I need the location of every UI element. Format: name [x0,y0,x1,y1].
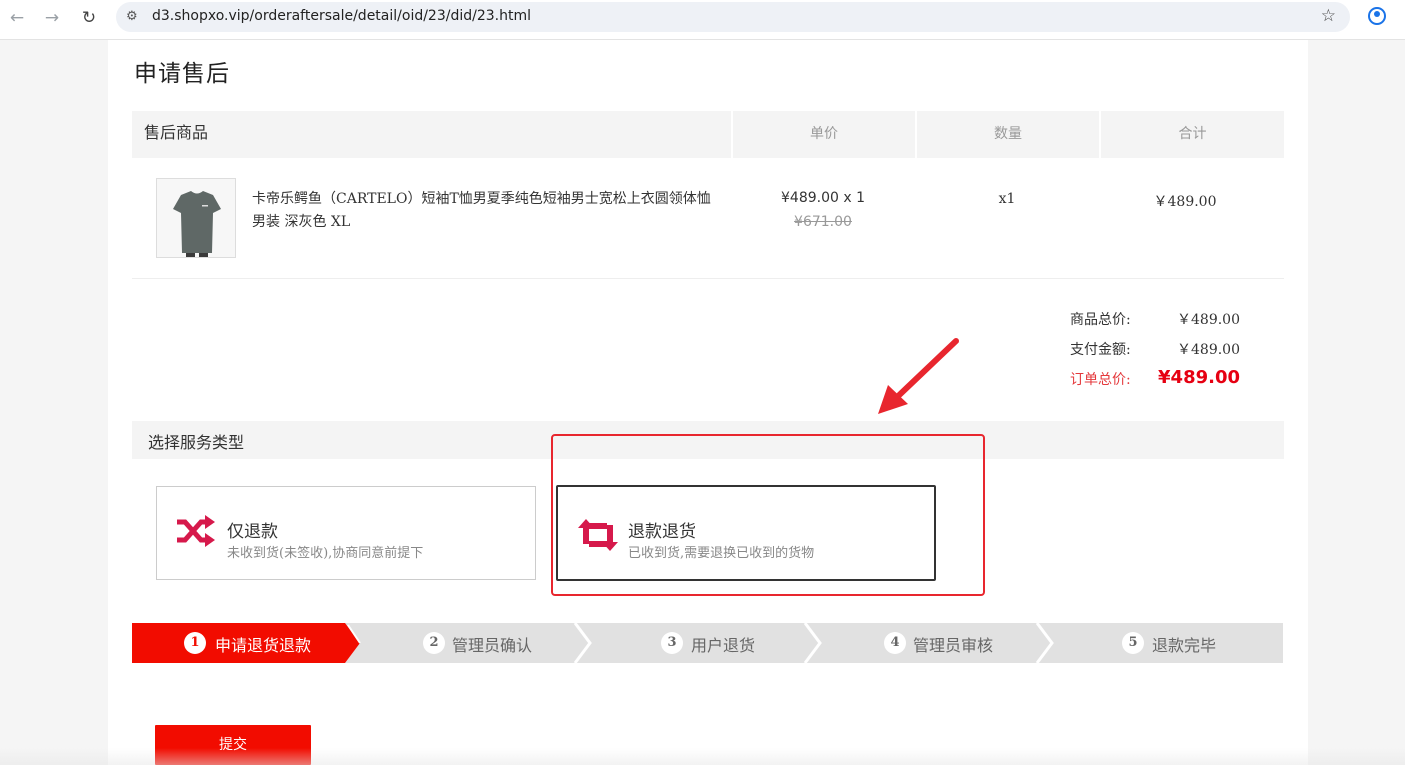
step-apply: 1 申请退货退款 [132,623,360,663]
step-number: 1 [184,632,206,654]
browser-toolbar: ← → ↻ ⚙ d3.shopxo.vip/orderaftersale/det… [0,0,1405,40]
goods-total-label: 商品总价: [1070,312,1131,328]
step-label: 申请退货退款 [215,636,312,655]
step-label: 退款完毕 [1152,636,1217,655]
quantity: x1 [998,191,1016,207]
paid-value: ￥489.00 [1177,342,1240,358]
paid-label: 支付金额: [1070,342,1131,358]
refund-only-title: 仅退款 [227,522,278,542]
unit-price: ¥489.00 x 1 [781,190,865,206]
header-goods: 售后商品 [144,123,209,142]
annotation-highlight-box [551,434,985,596]
arrow-left-icon[interactable]: ← [5,6,29,30]
step-number: 5 [1122,632,1144,654]
annotation-arrow-icon [878,338,959,414]
step-user-return: 3 用户退货 [590,623,820,663]
profile-icon[interactable] [1368,7,1386,25]
header-total: 合计 [1178,126,1207,142]
header-unit-price: 单价 [810,126,838,142]
product-name[interactable]: 卡帝乐鳄鱼（CARTELO）短袖T恤男夏季纯色短袖男士宽松上衣圆领体恤男装 深灰… [252,188,722,234]
step-refund-complete: 5 退款完毕 [1052,623,1283,663]
product-image[interactable] [156,178,236,258]
site-settings-icon[interactable]: ⚙ [126,9,138,24]
header-quantity: 数量 [994,126,1022,142]
shuffle-icon [177,515,215,547]
page-title: 申请售后 [134,61,230,87]
subtotal: ￥489.00 [1153,194,1217,210]
address-bar[interactable]: ⚙ d3.shopxo.vip/orderaftersale/detail/oi… [116,2,1350,32]
step-number: 3 [661,632,683,654]
goods-table-header: 售后商品 单价 数量 合计 [132,111,1284,158]
arrow-right-icon[interactable]: → [40,6,64,30]
step-number: 4 [884,632,906,654]
step-label: 管理员审核 [913,636,994,655]
goods-total-value: ￥489.00 [1177,312,1240,328]
url-text: d3.shopxo.vip/orderaftersale/detail/oid/… [152,8,531,24]
step-label: 管理员确认 [452,636,533,655]
step-admin-review: 4 管理员审核 [820,623,1052,663]
refund-only-desc: 未收到货(未签收),协商同意前提下 [227,546,424,561]
tshirt-image [157,179,235,257]
step-admin-confirm: 2 管理员确认 [360,623,590,663]
row-divider [132,278,1284,279]
refund-only-option[interactable]: 仅退款 未收到货(未签收),协商同意前提下 [156,486,536,580]
order-total-value: ¥489.00 [1158,367,1240,388]
order-total-label: 订单总价: [1070,372,1131,388]
step-label: 用户退货 [691,636,756,655]
progress-steps: 1 申请退货退款 2 管理员确认 3 用户退货 4 管理员审核 5 退款完毕 [132,623,1283,663]
step-number: 2 [423,632,445,654]
star-icon[interactable]: ☆ [1321,6,1336,26]
service-section-title: 选择服务类型 [148,433,245,452]
original-price: ¥671.00 [794,214,852,230]
submit-button[interactable]: 提交 [155,725,311,765]
reload-icon[interactable]: ↻ [77,6,101,30]
